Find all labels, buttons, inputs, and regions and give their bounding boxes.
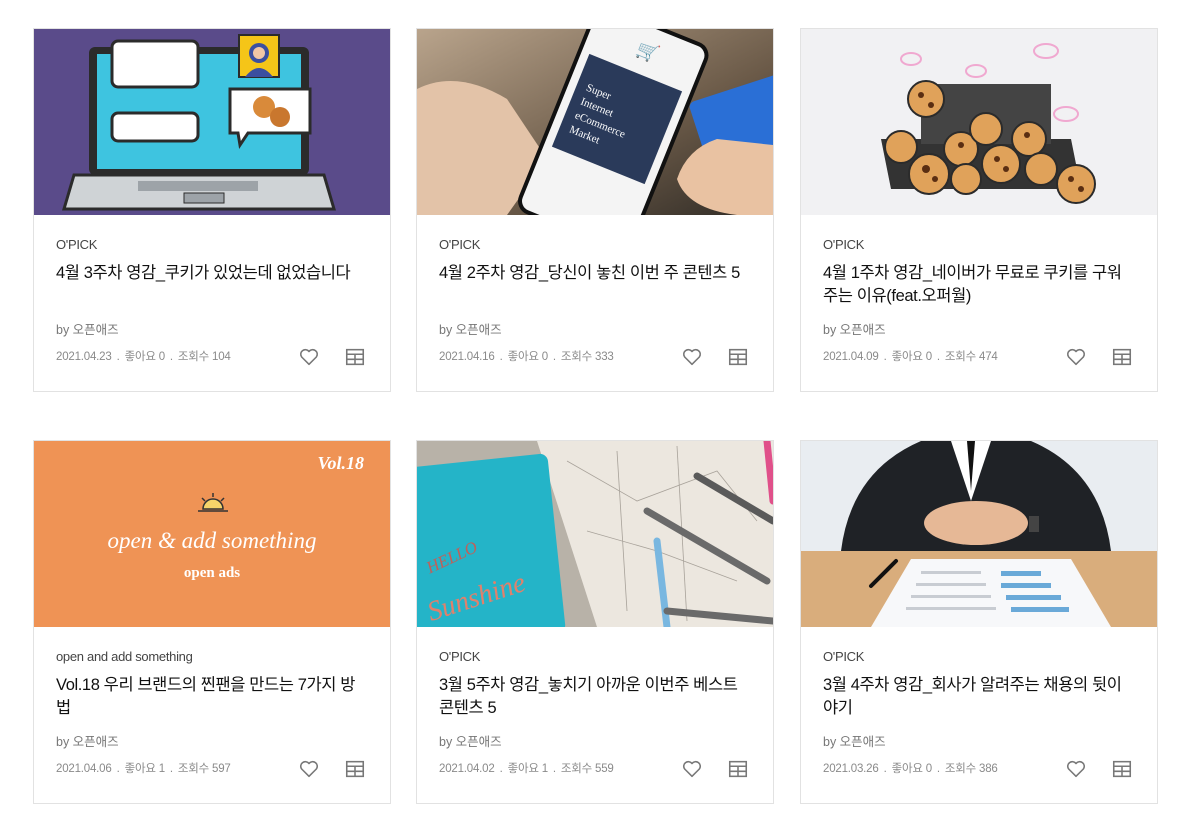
banner-vol-text: Vol.18	[317, 453, 364, 473]
bookmark-grid-icon[interactable]	[1111, 758, 1133, 780]
heart-icon[interactable]	[298, 346, 320, 368]
card-category: O'PICK	[823, 237, 865, 252]
content-card[interactable]: O'PICK 3월 4주차 영감_회사가 알려주는 채용의 뒷이야기 by 오픈…	[800, 440, 1158, 804]
card-likes: 좋아요 1	[124, 763, 166, 775]
card-views: 조회수 333	[560, 351, 614, 363]
card-author: by 오픈애즈	[823, 735, 886, 749]
heart-icon[interactable]	[1065, 346, 1087, 368]
bookmark-grid-icon[interactable]	[1111, 346, 1133, 368]
banner-headline: open & add something	[108, 528, 317, 553]
card-stats: 2021.04.02. 좋아요 1. 조회수 559	[439, 763, 614, 775]
heart-icon[interactable]	[298, 758, 320, 780]
card-likes: 좋아요 0	[891, 351, 933, 363]
card-likes: 좋아요 1	[507, 763, 549, 775]
card-date: 2021.04.23	[56, 351, 112, 363]
card-stats: 2021.04.23. 좋아요 0. 조회수 104	[56, 351, 231, 363]
card-date: 2021.04.16	[439, 351, 495, 363]
heart-icon[interactable]	[681, 346, 703, 368]
card-category: O'PICK	[823, 649, 865, 664]
card-category: O'PICK	[56, 237, 98, 252]
content-card[interactable]: O'PICK 4월 1주차 영감_네이버가 무료로 쿠키를 구워주는 이유(fe…	[800, 28, 1158, 392]
card-title[interactable]: 4월 2주차 영감_당신이 놓친 이번 주 콘텐츠 5	[439, 262, 751, 285]
card-title[interactable]: 4월 1주차 영감_네이버가 무료로 쿠키를 구워주는 이유(feat.오퍼월)	[823, 262, 1135, 308]
card-title[interactable]: Vol.18 우리 브랜드의 찐팬을 만드는 7가지 방법	[56, 674, 368, 720]
content-card[interactable]: HELLO Sunshine O'PICK 3월 5주차 영감_놓치기 아까운 …	[416, 440, 774, 804]
banner-brand: open ads	[184, 565, 240, 581]
card-stats: 2021.03.26. 좋아요 0. 조회수 386	[823, 763, 998, 775]
card-thumbnail[interactable]: Vol.18 open & add something open ads	[34, 441, 390, 627]
card-stats: 2021.04.09. 좋아요 0. 조회수 474	[823, 351, 998, 363]
card-stats: 2021.04.16. 좋아요 0. 조회수 333	[439, 351, 614, 363]
card-likes: 좋아요 0	[507, 351, 549, 363]
bookmark-grid-icon[interactable]	[727, 346, 749, 368]
heart-icon[interactable]	[681, 758, 703, 780]
card-thumbnail[interactable]	[34, 29, 390, 215]
bookmark-grid-icon[interactable]	[344, 346, 366, 368]
card-author: by 오픈애즈	[439, 323, 502, 337]
card-category: O'PICK	[439, 237, 481, 252]
card-date: 2021.04.09	[823, 351, 879, 363]
content-card[interactable]: O'PICK 4월 3주차 영감_쿠키가 있었는데 없었습니다 by 오픈애즈 …	[33, 28, 391, 392]
card-date: 2021.03.26	[823, 763, 879, 775]
card-thumbnail[interactable]: Super Internet eCommerce Market 🛒	[417, 29, 773, 215]
card-thumbnail[interactable]: HELLO Sunshine	[417, 441, 773, 627]
card-date: 2021.04.02	[439, 763, 495, 775]
card-author: by 오픈애즈	[823, 323, 886, 337]
content-card[interactable]: Vol.18 open & add something open ads ope…	[33, 440, 391, 804]
card-stats: 2021.04.06. 좋아요 1. 조회수 597	[56, 763, 231, 775]
card-author: by 오픈애즈	[439, 735, 502, 749]
card-views: 조회수 474	[944, 351, 998, 363]
card-views: 조회수 386	[944, 763, 998, 775]
card-author: by 오픈애즈	[56, 323, 119, 337]
card-likes: 좋아요 0	[891, 763, 933, 775]
card-author: by 오픈애즈	[56, 735, 119, 749]
card-likes: 좋아요 0	[124, 351, 166, 363]
bookmark-grid-icon[interactable]	[727, 758, 749, 780]
heart-icon[interactable]	[1065, 758, 1087, 780]
bookmark-grid-icon[interactable]	[344, 758, 366, 780]
card-category: open and add something	[56, 649, 193, 664]
card-views: 조회수 597	[177, 763, 231, 775]
card-title[interactable]: 4월 3주차 영감_쿠키가 있었는데 없었습니다	[56, 262, 368, 285]
card-category: O'PICK	[439, 649, 481, 664]
card-thumbnail[interactable]	[801, 441, 1157, 627]
card-views: 조회수 559	[560, 763, 614, 775]
content-card[interactable]: Super Internet eCommerce Market 🛒 O'PICK…	[416, 28, 774, 392]
card-title[interactable]: 3월 4주차 영감_회사가 알려주는 채용의 뒷이야기	[823, 674, 1135, 720]
card-date: 2021.04.06	[56, 763, 112, 775]
card-thumbnail[interactable]	[801, 29, 1157, 215]
card-title[interactable]: 3월 5주차 영감_놓치기 아까운 이번주 베스트 콘텐츠 5	[439, 674, 751, 720]
card-views: 조회수 104	[177, 351, 231, 363]
